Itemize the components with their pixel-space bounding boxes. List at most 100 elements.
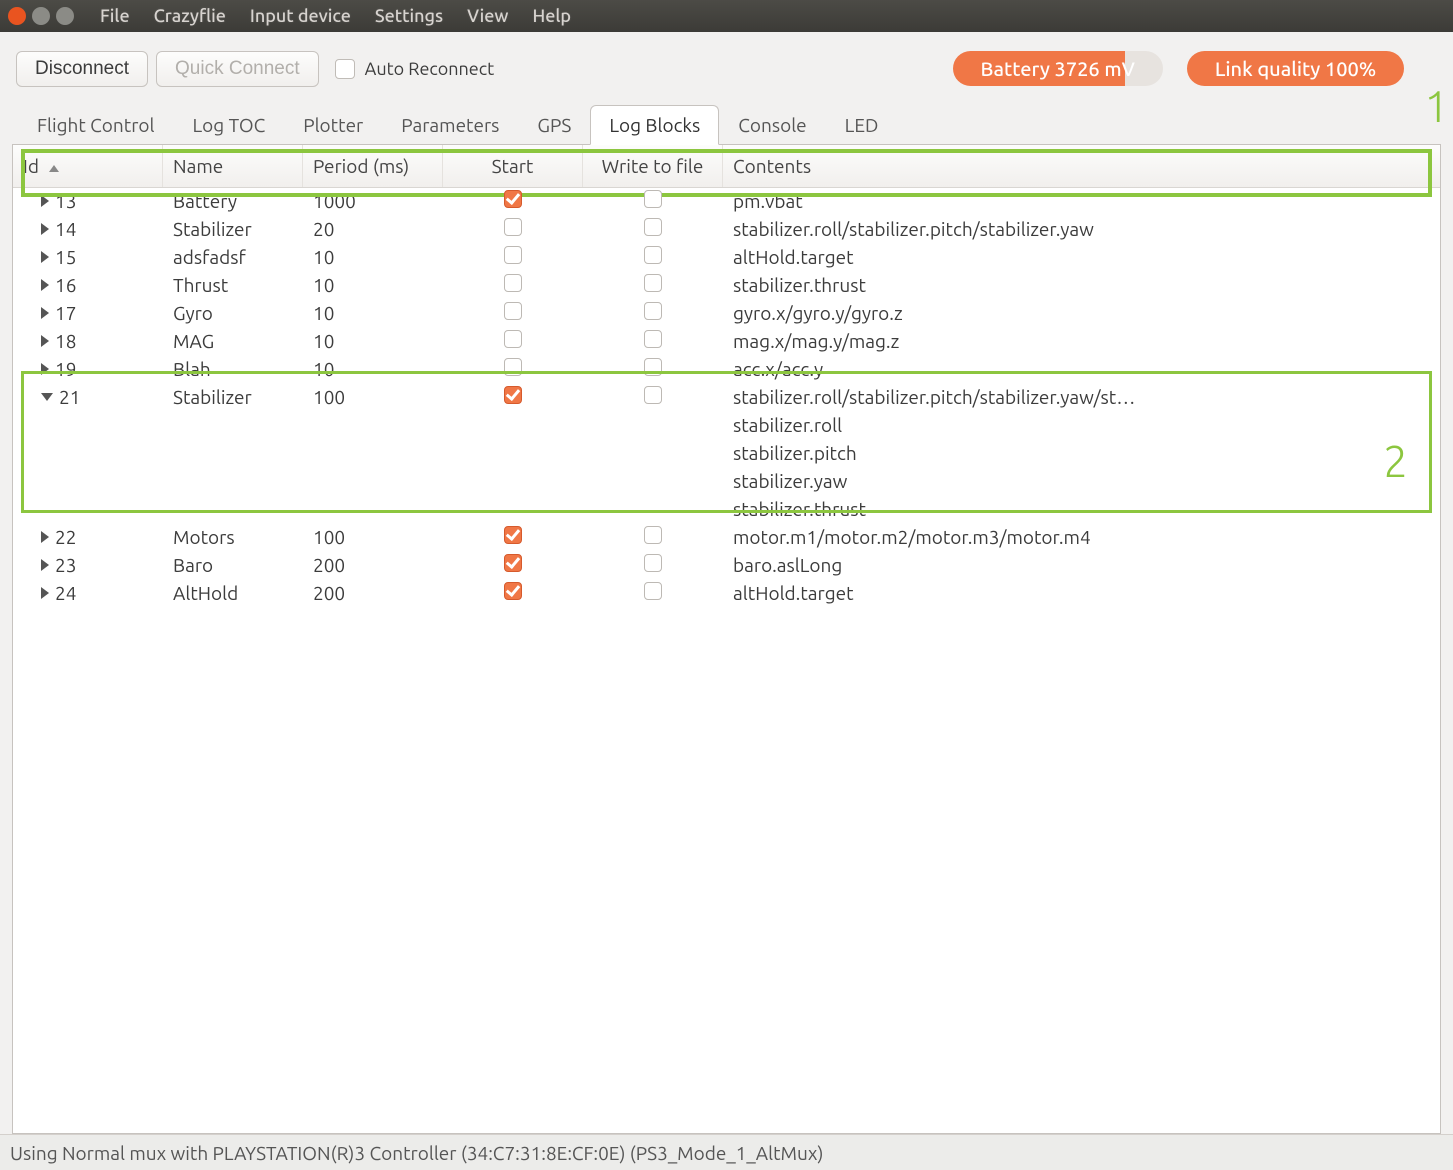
- cell-name: Stabilizer: [163, 384, 303, 410]
- window-maximize-icon[interactable]: [56, 7, 74, 25]
- write-checkbox[interactable]: [644, 358, 662, 376]
- table-row[interactable]: 21Stabilizer100stabilizer.roll/stabilize…: [13, 384, 1440, 412]
- write-checkbox[interactable]: [644, 330, 662, 348]
- cell-id: 16: [55, 274, 76, 296]
- cell-id: 22: [55, 526, 76, 548]
- tab-led[interactable]: LED: [826, 105, 898, 145]
- start-checkbox[interactable]: [504, 526, 522, 544]
- cell-period: 200: [303, 552, 443, 578]
- tab-flight-control[interactable]: Flight Control: [18, 105, 174, 145]
- child-content: stabilizer.thrust: [723, 496, 1440, 522]
- write-checkbox[interactable]: [644, 526, 662, 544]
- write-checkbox[interactable]: [644, 386, 662, 404]
- menu-file[interactable]: File: [100, 6, 130, 26]
- tab-gps[interactable]: GPS: [518, 105, 590, 145]
- write-checkbox[interactable]: [644, 218, 662, 236]
- table-row[interactable]: 17Gyro10gyro.x/gyro.y/gyro.z: [13, 300, 1440, 328]
- write-checkbox[interactable]: [644, 582, 662, 600]
- disconnect-button[interactable]: Disconnect: [16, 51, 148, 87]
- start-checkbox[interactable]: [504, 190, 522, 208]
- table-row[interactable]: 23Baro200baro.aslLong: [13, 552, 1440, 580]
- menu-crazyflie[interactable]: Crazyflie: [154, 6, 226, 26]
- quick-connect-button[interactable]: Quick Connect: [156, 51, 319, 87]
- start-checkbox[interactable]: [504, 246, 522, 264]
- toolbar: Disconnect Quick Connect Auto Reconnect …: [12, 42, 1441, 105]
- cell-contents: mag.x/mag.y/mag.z: [723, 328, 1440, 354]
- cell-contents: altHold.target: [723, 244, 1440, 270]
- start-checkbox[interactable]: [504, 554, 522, 572]
- start-checkbox[interactable]: [504, 302, 522, 320]
- table-body[interactable]: 13 Battery1000 pm.vbat14Stabilizer20stabil…: [13, 188, 1440, 1133]
- auto-reconnect-checkbox[interactable]: [335, 59, 355, 79]
- tab-log-toc[interactable]: Log TOC: [174, 105, 285, 145]
- write-checkbox[interactable]: [644, 302, 662, 320]
- cell-contents: pm.vbat: [723, 188, 1440, 214]
- auto-reconnect-wrap[interactable]: Auto Reconnect: [335, 59, 495, 79]
- menu-input-device[interactable]: Input device: [250, 6, 351, 26]
- cell-id: 14: [55, 218, 76, 240]
- table-row[interactable]: 16Thrust10stabilizer.thrust: [13, 272, 1440, 300]
- cell-id: 15: [55, 246, 76, 268]
- menu-view[interactable]: View: [467, 6, 508, 26]
- expand-icon[interactable]: [41, 363, 49, 375]
- write-checkbox[interactable]: [644, 274, 662, 292]
- table-row[interactable]: 14Stabilizer20stabilizer.roll/stabilizer…: [13, 216, 1440, 244]
- cell-name: Battery: [163, 188, 303, 214]
- expand-icon[interactable]: [41, 335, 49, 347]
- tab-plotter[interactable]: Plotter: [284, 105, 382, 145]
- child-content: stabilizer.pitch: [723, 440, 1440, 466]
- child-content: stabilizer.roll: [723, 412, 1440, 438]
- table-child-row: stabilizer.thrust: [13, 496, 1440, 524]
- start-checkbox[interactable]: [504, 218, 522, 236]
- cell-period: 10: [303, 328, 443, 354]
- expand-icon[interactable]: [41, 587, 49, 599]
- expand-icon[interactable]: [41, 559, 49, 571]
- tab-parameters[interactable]: Parameters: [382, 105, 518, 145]
- table-row[interactable]: 24AltHold200altHold.target: [13, 580, 1440, 608]
- expand-icon[interactable]: [41, 195, 49, 207]
- col-contents[interactable]: Contents: [723, 145, 1440, 187]
- tab-log-blocks[interactable]: Log Blocks: [590, 105, 719, 145]
- start-checkbox[interactable]: [504, 358, 522, 376]
- menu-settings[interactable]: Settings: [375, 6, 443, 26]
- col-write[interactable]: Write to file: [583, 145, 723, 187]
- write-checkbox[interactable]: [644, 554, 662, 572]
- expand-icon[interactable]: [41, 279, 49, 291]
- table-row[interactable]: 22Motors100motor.m1/motor.m2/motor.m3/mo…: [13, 524, 1440, 552]
- expand-icon[interactable]: [41, 393, 53, 401]
- cell-period: 10: [303, 300, 443, 326]
- child-content: stabilizer.yaw: [723, 468, 1440, 494]
- cell-id: 21: [59, 386, 80, 408]
- cell-period: 1000: [303, 188, 443, 214]
- tab-console[interactable]: Console: [719, 105, 825, 145]
- table-header: Id Name Period (ms) Start Write to file …: [13, 145, 1440, 188]
- window-close-icon[interactable]: [8, 7, 26, 25]
- table-row[interactable]: 19Blah10acc.x/acc.y: [13, 356, 1440, 384]
- col-name[interactable]: Name: [163, 145, 303, 187]
- write-checkbox[interactable]: [644, 190, 662, 208]
- start-checkbox[interactable]: [504, 582, 522, 600]
- col-id-label: Id: [23, 155, 39, 177]
- expand-icon[interactable]: [41, 307, 49, 319]
- start-checkbox[interactable]: [504, 386, 522, 404]
- table-row[interactable]: 18MAG10mag.x/mag.y/mag.z: [13, 328, 1440, 356]
- col-start[interactable]: Start: [443, 145, 583, 187]
- col-period[interactable]: Period (ms): [303, 145, 443, 187]
- window-minimize-icon[interactable]: [32, 7, 50, 25]
- table-child-row: stabilizer.pitch: [13, 440, 1440, 468]
- expand-icon[interactable]: [41, 223, 49, 235]
- expand-icon[interactable]: [41, 251, 49, 263]
- menu-help[interactable]: Help: [532, 6, 571, 26]
- cell-id: 13: [55, 190, 76, 212]
- col-id[interactable]: Id: [13, 145, 163, 187]
- write-checkbox[interactable]: [644, 246, 662, 264]
- cell-contents: stabilizer.roll/stabilizer.pitch/stabili…: [723, 216, 1440, 242]
- start-checkbox[interactable]: [504, 274, 522, 292]
- cell-id: 18: [55, 330, 76, 352]
- table-row[interactable]: 15adsfadsf10altHold.target: [13, 244, 1440, 272]
- cell-period: 10: [303, 272, 443, 298]
- start-checkbox[interactable]: [504, 330, 522, 348]
- log-blocks-table: Id Name Period (ms) Start Write to file …: [12, 145, 1441, 1134]
- expand-icon[interactable]: [41, 531, 49, 543]
- table-row[interactable]: 13 Battery1000 pm.vbat: [13, 188, 1440, 216]
